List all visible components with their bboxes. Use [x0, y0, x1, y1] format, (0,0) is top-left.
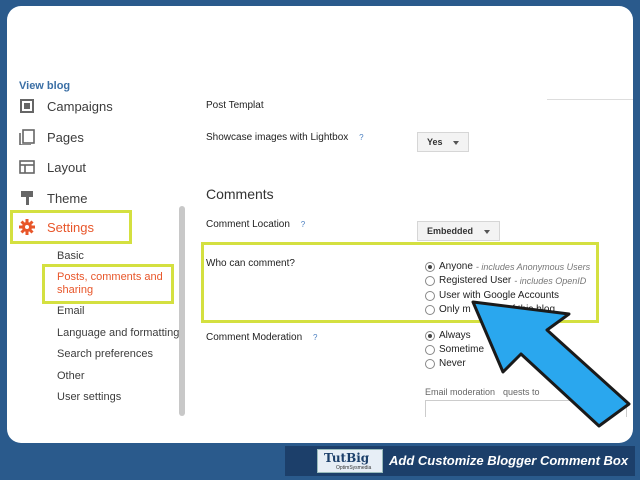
- sidebar-sub-language[interactable]: Language and formatting: [57, 327, 179, 339]
- sidebar-scrollbar[interactable]: [179, 206, 185, 416]
- sidebar-sub-search[interactable]: Search preferences: [57, 348, 153, 360]
- gear-icon: [19, 219, 35, 235]
- sidebar-item-pages[interactable]: Pages: [19, 124, 84, 150]
- pointer-arrow-icon: [471, 300, 631, 428]
- post-template-label: Post Templat: [206, 100, 264, 111]
- comment-location-row: Comment Location ?: [206, 219, 305, 230]
- help-icon[interactable]: ?: [359, 133, 363, 142]
- sidebar-item-campaigns[interactable]: Campaigns: [19, 93, 113, 119]
- radio-selected[interactable]: [425, 330, 435, 341]
- sidebar-sub-other[interactable]: Other: [57, 370, 85, 382]
- sidebar-item-label: Layout: [47, 159, 87, 175]
- sidebar-sub-user-settings[interactable]: User settings: [57, 391, 121, 403]
- chevron-down-icon: [453, 140, 460, 145]
- help-icon[interactable]: ?: [301, 220, 305, 229]
- sidebar-item-settings[interactable]: Settings: [19, 214, 94, 240]
- theme-icon: [19, 190, 35, 206]
- sidebar-item-layout[interactable]: Layout: [19, 154, 86, 180]
- comment-location-value: Embedded: [427, 226, 474, 236]
- sidebar-item-label: Pages: [47, 129, 84, 145]
- sidebar-sub-basic[interactable]: Basic: [57, 250, 84, 262]
- comment-location-dropdown[interactable]: Embedded: [417, 221, 500, 241]
- showcase-value: Yes: [427, 137, 443, 147]
- comment-location-label: Comment Location: [206, 219, 290, 230]
- sidebar-item-theme[interactable]: Theme: [19, 185, 87, 211]
- sidebar-sub-posts[interactable]: Posts, comments and sharing: [57, 271, 169, 297]
- comment-moderation-label: Comment Moderation: [206, 332, 303, 343]
- radio[interactable]: [425, 344, 435, 355]
- help-icon[interactable]: ?: [313, 333, 317, 342]
- radio[interactable]: [425, 358, 435, 369]
- sidebar: Campaigns Pages Layout Theme Settings Ba…: [7, 96, 187, 416]
- chevron-down-icon: [483, 229, 490, 234]
- logo: TutBig OptimSysmedia: [317, 449, 383, 473]
- sidebar-item-label: Campaigns: [47, 98, 113, 114]
- view-blog-link[interactable]: View blog: [19, 80, 70, 92]
- comment-moderation-row: Comment Moderation ?: [206, 332, 317, 343]
- pages-icon: [19, 129, 35, 146]
- layout-icon: [19, 159, 35, 175]
- showcase-dropdown[interactable]: Yes: [417, 132, 470, 152]
- section-title: Comments: [206, 186, 274, 202]
- showcase-label: Showcase images with Lightbox: [206, 132, 349, 143]
- screenshot-frame: View blog Campaigns Pages Layout Theme S…: [7, 6, 633, 443]
- sidebar-sub-email[interactable]: Email: [57, 305, 85, 317]
- campaigns-icon: [19, 98, 35, 114]
- sidebar-item-label: Settings: [47, 219, 94, 235]
- sidebar-item-label: Theme: [47, 190, 88, 206]
- divider: [547, 99, 633, 100]
- showcase-row: Showcase images with Lightbox ?: [206, 132, 364, 143]
- banner-title: Add Customize Blogger Comment Box: [389, 453, 629, 468]
